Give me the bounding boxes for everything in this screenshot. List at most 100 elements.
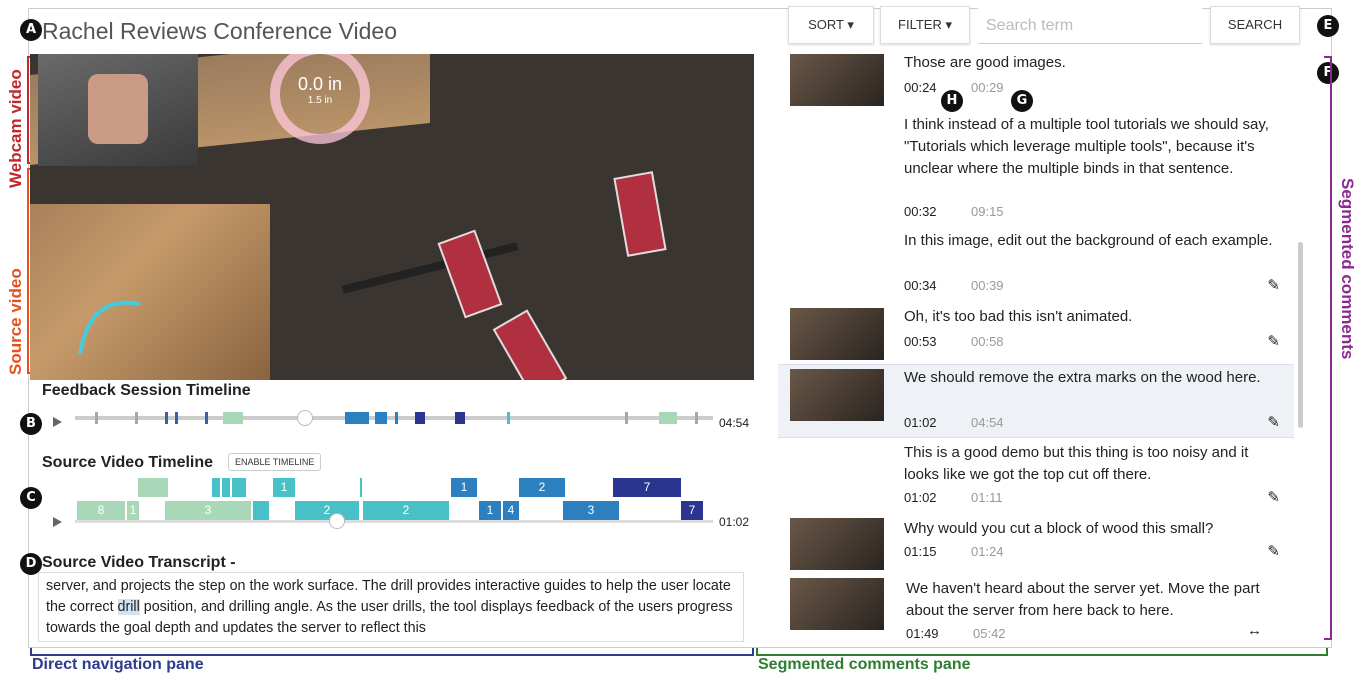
comment-text: In this image, edit out the background o… <box>904 232 1273 249</box>
feedback-play-button[interactable] <box>53 417 62 427</box>
comment-marker[interactable] <box>345 412 369 424</box>
comment-marker[interactable] <box>659 412 677 424</box>
comment-source-time[interactable]: 09:15 <box>971 204 1004 219</box>
comment-feedback-time[interactable]: 01:02 <box>904 490 937 505</box>
comment-marker[interactable] <box>205 412 208 424</box>
comment-feedback-time[interactable]: 01:15 <box>904 544 937 559</box>
timeline-segment[interactable]: 2 <box>295 501 359 520</box>
comments-list[interactable]: Those are good images. 00:24 00:29 I thi… <box>778 48 1294 642</box>
comment-marker[interactable] <box>223 412 243 424</box>
comment-marker[interactable] <box>95 412 98 424</box>
timeline-segment[interactable] <box>232 478 246 497</box>
comment-marker[interactable] <box>165 412 168 424</box>
comment-feedback-time[interactable]: 01:02 <box>904 415 937 430</box>
comment-item[interactable]: Oh, it's too bad this isn't animated. 00… <box>778 304 1294 362</box>
transcript-title: Source Video Transcript - <box>42 554 236 571</box>
timeline-segment[interactable] <box>253 501 269 520</box>
timeline-segment[interactable] <box>222 478 230 497</box>
source-timeline-scrubber[interactable] <box>328 513 345 529</box>
feedback-timeline-scrubber[interactable] <box>296 410 313 426</box>
webcam-video-label: Webcam video <box>6 69 25 188</box>
edit-pencil-icon[interactable]: ✎ <box>1267 276 1280 294</box>
comment-item[interactable]: I think instead of a multiple tool tutor… <box>778 112 1294 224</box>
timeline-segment[interactable] <box>212 478 220 497</box>
comment-source-time[interactable]: 01:24 <box>971 544 1004 559</box>
webcam-face <box>88 74 148 144</box>
comment-marker[interactable] <box>375 412 387 424</box>
filter-button[interactable]: FILTER ▾ <box>880 6 970 44</box>
page-title: Rachel Reviews Conference Video <box>42 18 397 44</box>
timeline-segment[interactable]: 1 <box>451 478 477 497</box>
comment-thumbnail[interactable] <box>790 54 884 106</box>
webcam-video[interactable] <box>38 54 198 166</box>
comment-thumbnail[interactable] <box>790 369 884 421</box>
source-video[interactable]: 0.0 in 1.5 in <box>30 54 754 380</box>
transcript-highlighted-word[interactable]: drill <box>117 599 140 615</box>
timeline-segment[interactable]: 7 <box>681 501 703 520</box>
comment-source-time[interactable]: 00:58 <box>971 334 1004 349</box>
video-circuit-board <box>613 171 667 257</box>
timeline-segment[interactable]: 4 <box>503 501 519 520</box>
comment-source-time[interactable]: 04:54 <box>971 415 1004 430</box>
comment-feedback-time[interactable]: 00:32 <box>904 204 937 219</box>
comment-marker[interactable] <box>415 412 425 424</box>
comment-marker[interactable] <box>507 412 510 424</box>
comment-item[interactable]: In this image, edit out the background o… <box>778 228 1294 300</box>
timeline-segment[interactable]: 7 <box>613 478 681 497</box>
enable-timeline-button[interactable]: ENABLE TIMELINE <box>228 453 322 471</box>
badge-a: A <box>20 19 42 41</box>
comment-feedback-time[interactable]: 01:49 <box>906 626 939 641</box>
comment-marker[interactable] <box>455 412 465 424</box>
source-timeline-track[interactable] <box>75 513 713 529</box>
transcript-text[interactable]: server, and projects the step on the wor… <box>38 572 744 642</box>
timeline-segment[interactable] <box>360 478 362 497</box>
comment-marker[interactable] <box>625 412 628 424</box>
comment-marker[interactable] <box>135 412 138 424</box>
timeline-segment[interactable]: 1 <box>479 501 501 520</box>
sort-button[interactable]: SORT ▾ <box>788 6 874 44</box>
timeline-segment[interactable]: 8 <box>77 501 125 520</box>
comment-item[interactable]: We haven't heard about the server yet. M… <box>778 576 1294 642</box>
source-timeline-time: 01:02 <box>719 515 750 529</box>
edit-pencil-icon[interactable]: ✎ <box>1267 488 1280 506</box>
timeline-segment[interactable]: 1 <box>127 501 139 520</box>
comment-thumbnail[interactable] <box>790 518 884 570</box>
badge-e: E <box>1317 15 1339 37</box>
feedback-timeline-track[interactable] <box>75 410 713 426</box>
comment-marker[interactable] <box>175 412 178 424</box>
comment-source-time[interactable]: 00:39 <box>971 278 1004 293</box>
timeline-segment[interactable]: 2 <box>363 501 449 520</box>
timeline-segment[interactable]: 1 <box>273 478 295 497</box>
transcript-after: position, and drilling angle. As the use… <box>46 599 733 636</box>
comment-text: We should remove the extra marks on the … <box>904 369 1261 386</box>
comment-source-time[interactable]: 01:11 <box>971 490 1003 505</box>
edit-pencil-icon[interactable]: ✎ <box>1267 413 1280 431</box>
comment-item[interactable]: Why would you cut a block of wood this s… <box>778 516 1294 574</box>
timeline-segment[interactable]: 3 <box>563 501 619 520</box>
comment-feedback-time[interactable]: 00:34 <box>904 278 937 293</box>
comment-feedback-time[interactable]: 00:53 <box>904 334 937 349</box>
comment-marker[interactable] <box>395 412 398 424</box>
comment-source-time[interactable]: 00:29 <box>971 80 1004 95</box>
comment-thumbnail[interactable] <box>790 308 884 360</box>
timeline-segment[interactable]: 2 <box>519 478 565 497</box>
badge-b: B <box>20 413 42 435</box>
source-play-button[interactable] <box>53 517 62 527</box>
comment-marker[interactable] <box>695 412 698 424</box>
comment-source-time[interactable]: 05:42 <box>973 626 1006 641</box>
edit-pencil-icon[interactable]: ✎ <box>1267 332 1280 350</box>
search-input[interactable] <box>978 8 1202 44</box>
resize-arrows-icon[interactable]: ↔ <box>1247 622 1262 639</box>
search-button[interactable]: SEARCH <box>1210 6 1300 44</box>
comment-thumbnail[interactable] <box>790 578 884 630</box>
timeline-segment[interactable] <box>138 478 168 497</box>
comments-scrollbar[interactable] <box>1298 242 1303 428</box>
comment-item[interactable]: This is a good demo but this thing is to… <box>778 440 1294 512</box>
comment-item[interactable]: Those are good images. 00:24 00:29 <box>778 48 1294 110</box>
source-timeline-segments[interactable]: 1 1 2 7 8 1 3 2 2 1 4 3 7 <box>75 478 713 522</box>
timeline-segment[interactable]: 3 <box>165 501 251 520</box>
edit-pencil-icon[interactable]: ✎ <box>1267 542 1280 560</box>
comment-item-selected[interactable]: We should remove the extra marks on the … <box>778 364 1294 438</box>
comment-feedback-time[interactable]: 00:24 <box>904 80 937 95</box>
badge-g: G <box>1011 90 1033 112</box>
